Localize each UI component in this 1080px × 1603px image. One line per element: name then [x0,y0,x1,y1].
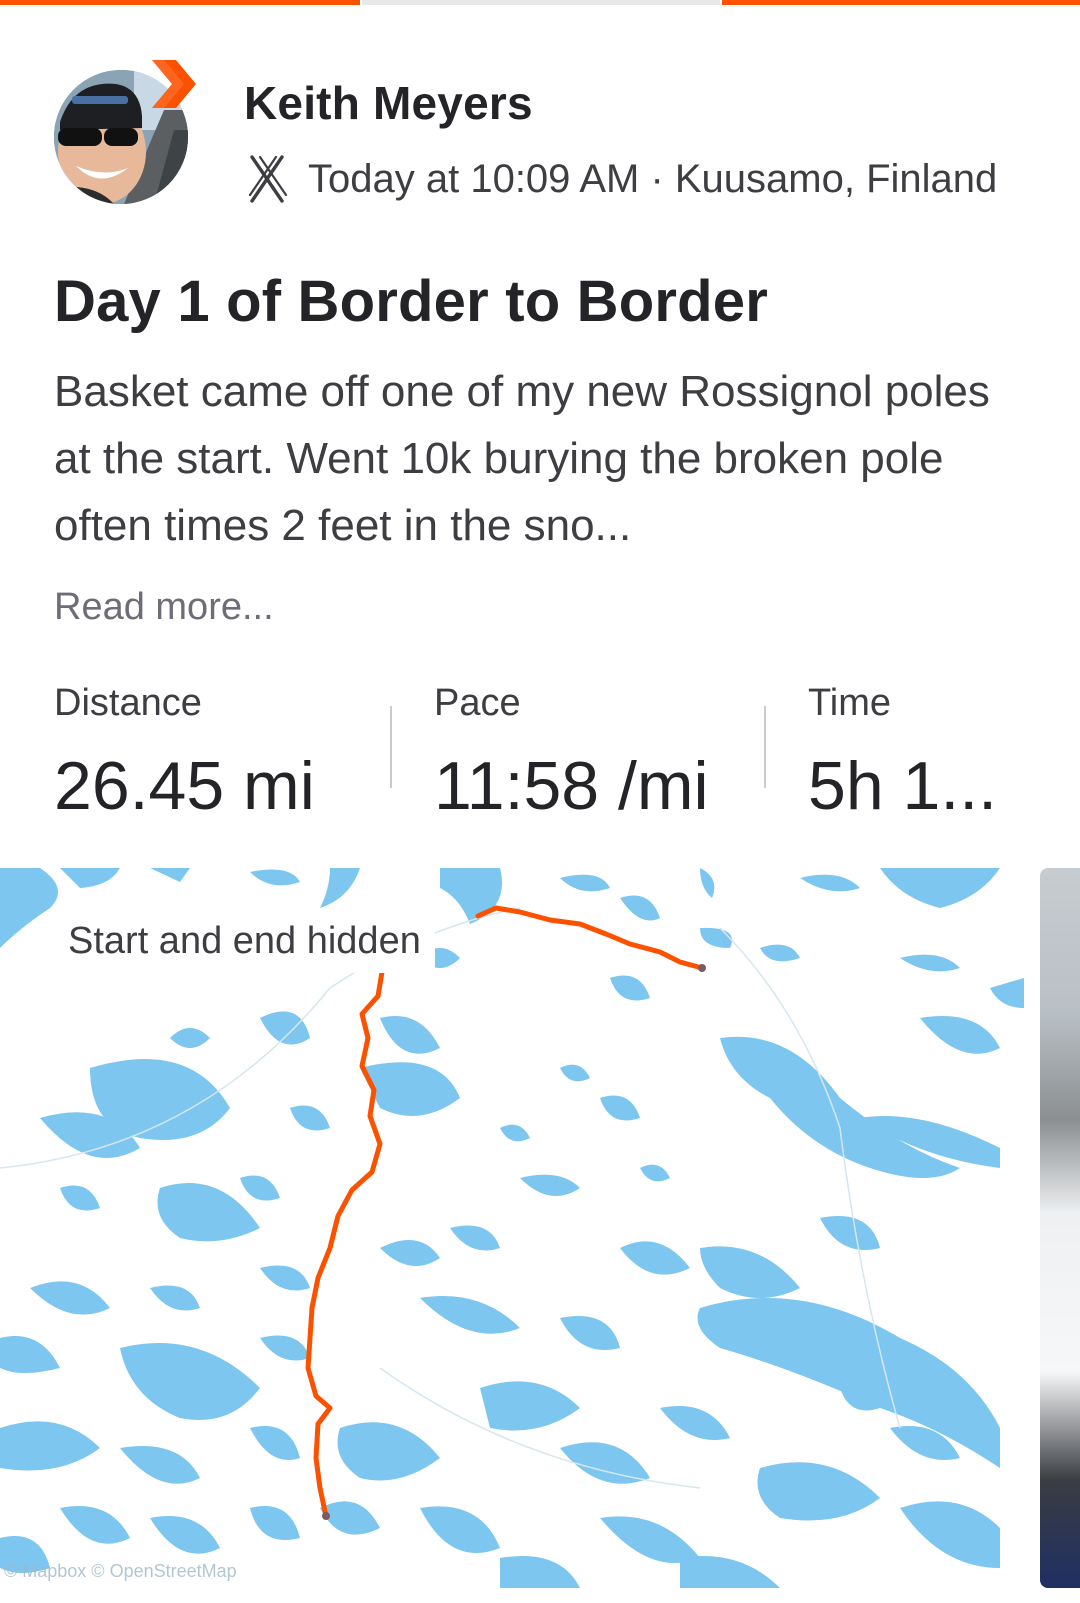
activity-timestamp-location: Today at 10:09 AM · Kuusamo, Finland [308,156,998,201]
activity-photo-thumbnail[interactable] [1040,868,1080,1588]
stat-value: 26.45 mi [54,748,315,824]
privacy-badge: Start and end hidden [54,910,435,973]
route-start-marker [322,1512,330,1520]
stat-pace: Pace 11:58 /mi [434,682,709,825]
stat-label: Time [808,682,892,724]
stat-divider [764,706,766,788]
roads [0,907,901,1489]
athlete-name[interactable]: Keith Meyers [244,76,533,130]
stat-divider [390,706,392,788]
activity-title[interactable]: Day 1 of Border to Border [54,268,768,335]
stat-distance: Distance 26.45 mi [54,682,315,825]
stat-label: Pace [434,682,521,724]
stat-value: 11:58 /mi [434,748,709,824]
map-canvas [0,868,1024,1588]
stat-value: 5h 1... [808,748,998,824]
subscriber-chevron-icon [152,60,196,108]
lakes [0,868,1024,1588]
progress-segment [722,0,1080,5]
route-end-marker [698,964,706,972]
activity-meta: Today at 10:09 AM · Kuusamo, Finland [248,152,997,206]
progress-segment [0,0,360,5]
map-attribution[interactable]: © Mapbox © OpenStreetMap [4,1561,237,1582]
stat-label: Distance [54,682,202,724]
activity-description: Basket came off one of my new Rossignol … [54,367,990,550]
route-line [475,905,705,971]
story-progress-bar [0,0,1080,6]
progress-segment [362,0,720,5]
nordic-ski-icon [248,155,288,203]
route-map[interactable]: Start and end hidden © Mapbox © OpenStre… [0,868,1024,1588]
activity-card: Keith Meyers Today at 10:09 AM · Kuusamo… [0,0,1080,1603]
stat-time: Time 5h 1... [808,682,997,825]
read-more-link[interactable]: Read more... [54,586,274,629]
